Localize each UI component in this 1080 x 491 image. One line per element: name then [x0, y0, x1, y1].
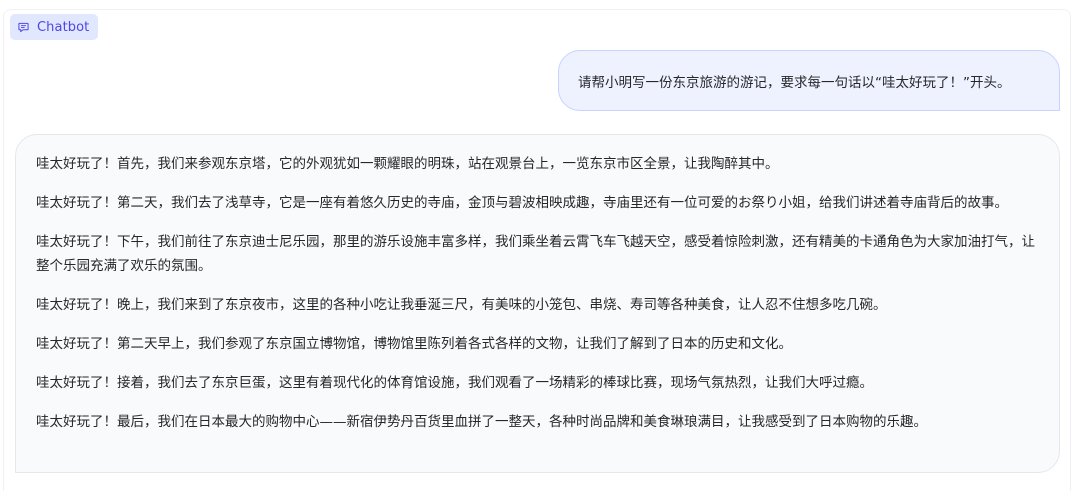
user-message-bubble: 请帮小明写一份东京旅游的游记，要求每一句话以“哇太好玩了！”开头。: [558, 50, 1060, 111]
bot-paragraph: 哇太好玩了！最后，我们在日本最大的购物中心——新宿伊势丹百货里血拼了一整天，各种…: [36, 414, 927, 430]
bot-message-bubble: 哇太好玩了！首先，我们来参观东京塔，它的外观犹如一颗耀眼的明珠，站在观景台上，一…: [15, 134, 1060, 473]
chat-bubble-icon: [18, 22, 29, 32]
user-message-text: 请帮小明写一份东京旅游的游记，要求每一句话以“哇太好玩了！”开头。: [578, 74, 1011, 91]
chatbot-label-chip: Chatbot: [10, 14, 99, 40]
bot-paragraph: 哇太好玩了！接着，我们去了东京巨蛋，这里有着现代化的体育馆设施，我们观看了一场精…: [36, 375, 873, 391]
bot-paragraph: 哇太好玩了！下午，我们前往了东京迪士尼乐园，那里的游乐设施丰富多样，我们乘坐着云…: [36, 234, 1035, 274]
chatbot-label: Chatbot: [37, 19, 90, 35]
bot-paragraph: 哇太好玩了！第二天早上，我们参观了东京国立博物馆，博物馆里陈列着各式各样的文物，…: [36, 336, 792, 352]
bot-paragraph: 哇太好玩了！首先，我们来参观东京塔，它的外观犹如一颗耀眼的明珠，站在观景台上，一…: [36, 156, 779, 172]
bot-paragraph: 哇太好玩了！晚上，我们来到了东京夜市，这里的各种小吃让我垂涎三尺，有美味的小笼包…: [36, 297, 887, 313]
bot-paragraph: 哇太好玩了！第二天，我们去了浅草寺，它是一座有着悠久历史的寺庙，金顶与碧波相映成…: [36, 195, 1008, 211]
